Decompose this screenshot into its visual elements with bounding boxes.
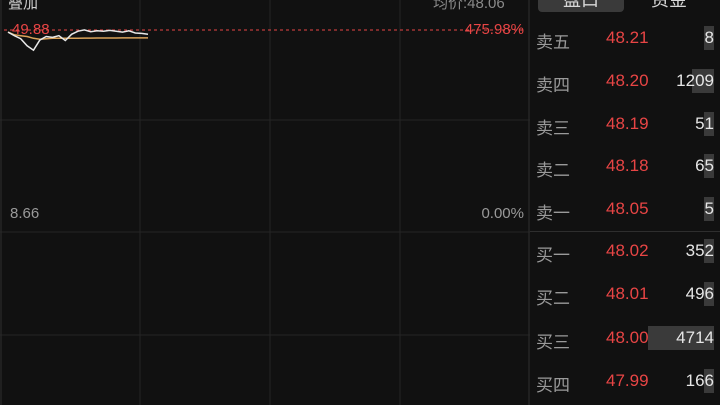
- ask-row[interactable]: 卖三 48.19 51: [530, 103, 720, 146]
- order-level-price: 47.99: [606, 371, 649, 390]
- order-level-volume: 496: [685, 284, 714, 303]
- order-level-label: 卖四: [536, 76, 570, 95]
- order-level-volume: 5: [704, 199, 714, 218]
- order-level-price: 48.01: [606, 284, 649, 303]
- order-level-label: 卖二: [536, 161, 570, 180]
- order-level-volume: 8: [704, 28, 714, 47]
- order-level-label: 卖一: [536, 204, 570, 223]
- order-level-price: 48.00: [606, 328, 649, 347]
- bid-row[interactable]: 买三 48.00 4714: [530, 317, 720, 360]
- ask-row[interactable]: 卖二 48.18 65: [530, 145, 720, 188]
- tab-order-book[interactable]: 盘口: [538, 0, 624, 12]
- order-level-label: 卖三: [536, 119, 570, 138]
- order-level-volume: 4714: [676, 328, 714, 347]
- order-level-label: 买一: [536, 246, 570, 265]
- order-level-volume: 1209: [676, 71, 714, 90]
- bid-row[interactable]: 买二 48.01 496: [530, 273, 720, 316]
- order-level-price: 48.02: [606, 241, 649, 260]
- order-level-label: 买三: [536, 333, 570, 352]
- ask-row[interactable]: 卖四 48.20 1209: [530, 60, 720, 103]
- order-level-volume: 65: [695, 156, 714, 175]
- order-level-price: 48.19: [606, 114, 649, 133]
- order-level-price: 48.18: [606, 156, 649, 175]
- order-level-price: 48.21: [606, 28, 649, 47]
- order-level-label: 买二: [536, 289, 570, 308]
- order-level-volume: 352: [685, 241, 714, 260]
- order-level-price: 48.20: [606, 71, 649, 90]
- order-level-price: 48.05: [606, 199, 649, 218]
- order-level-label: 卖五: [536, 33, 570, 52]
- intraday-chart[interactable]: 49.88 475.98% 8.66 0.00%: [0, 0, 530, 405]
- order-level-volume: 166: [685, 371, 714, 390]
- chart-top-percent-label: 475.98%: [464, 21, 524, 38]
- bid-row[interactable]: 买四 47.99 166: [530, 360, 720, 403]
- tab-fund-flow[interactable]: 资金: [626, 0, 712, 12]
- chart-base-price-label: 8.66: [10, 205, 40, 222]
- bid-row[interactable]: 买一 48.02 352: [530, 230, 720, 273]
- order-book: 卖五 48.21 8 卖四 48.20 1209 卖三 48.19 51 卖二 48.18 65 卖一 4…: [530, 14, 720, 405]
- intraday-chart-canvas: [0, 0, 530, 405]
- chart-base-percent-label: 0.00%: [481, 205, 524, 222]
- order-level-label: 买四: [536, 376, 570, 395]
- overlay-toggle[interactable]: 叠加: [8, 0, 38, 13]
- order-level-volume: 51: [695, 114, 714, 133]
- chart-top-price-label: 49.88: [12, 21, 50, 38]
- order-book-divider: [530, 231, 720, 232]
- ask-row[interactable]: 卖五 48.21 8: [530, 17, 720, 60]
- average-price-readout: 均价:48.06: [433, 0, 505, 12]
- ask-row[interactable]: 卖一 48.05 5: [530, 188, 720, 231]
- stock-quote-screen: 49.88 475.98% 8.66 0.00% 叠加 均价:48.06 盘口 …: [0, 0, 720, 405]
